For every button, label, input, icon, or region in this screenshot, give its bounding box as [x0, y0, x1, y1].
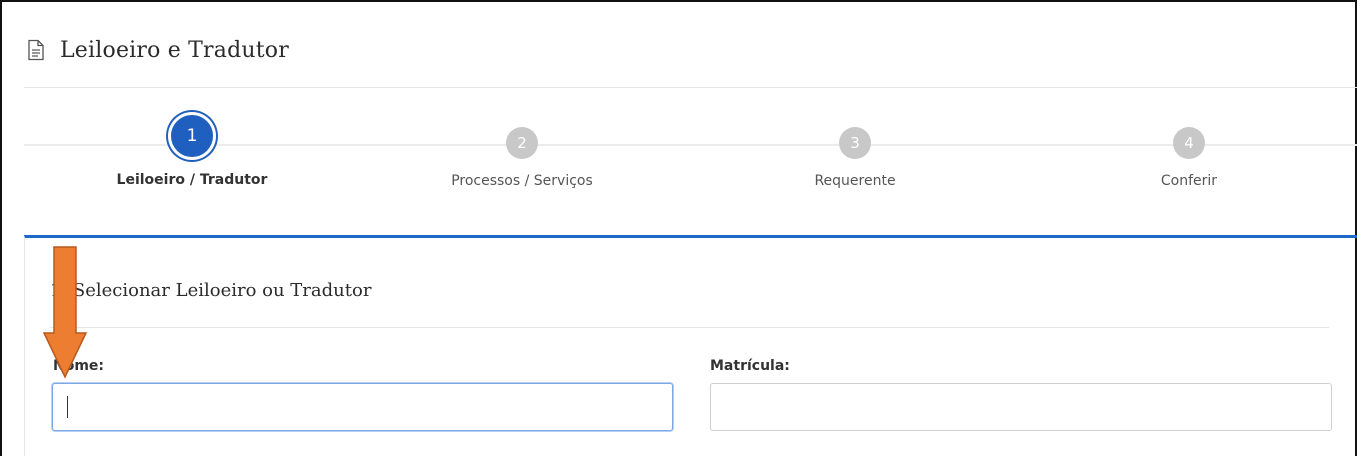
- step-number-badge: 4: [1173, 127, 1205, 159]
- header-divider: [24, 87, 1357, 88]
- text-caret: [67, 396, 68, 418]
- step-number-badge: 2: [506, 127, 538, 159]
- form-panel: 1. Selecionar Leiloeiro ou Tradutor Nome…: [24, 235, 1357, 456]
- section-divider: [50, 327, 1329, 328]
- page-title: Leiloeiro e Tradutor: [60, 37, 289, 63]
- step-processos-servicos[interactable]: 2 Processos / Serviços: [392, 112, 652, 189]
- nome-input[interactable]: [52, 383, 673, 431]
- step-number-badge: 1: [168, 112, 216, 160]
- step-label: Requerente: [814, 173, 896, 189]
- step-number-badge: 3: [839, 127, 871, 159]
- step-leiloeiro-tradutor[interactable]: 1 Leiloeiro / Tradutor: [62, 112, 322, 188]
- section-title: 1. Selecionar Leiloeiro ou Tradutor: [50, 280, 372, 301]
- matricula-label: Matrícula:: [710, 358, 790, 374]
- step-requerente[interactable]: 3 Requerente: [725, 112, 985, 189]
- down-arrow-icon: [42, 246, 88, 379]
- page-header: Leiloeiro e Tradutor: [24, 28, 289, 72]
- step-conferir[interactable]: 4 Conferir: [1059, 112, 1319, 189]
- matricula-input[interactable]: [710, 383, 1332, 431]
- wizard-stepper: 1 Leiloeiro / Tradutor 2 Processos / Ser…: [24, 112, 1357, 212]
- step-label: Processos / Serviços: [451, 173, 593, 189]
- document-icon: [28, 39, 44, 61]
- step-label: Leiloeiro / Tradutor: [116, 172, 268, 188]
- step-label: Conferir: [1160, 173, 1218, 189]
